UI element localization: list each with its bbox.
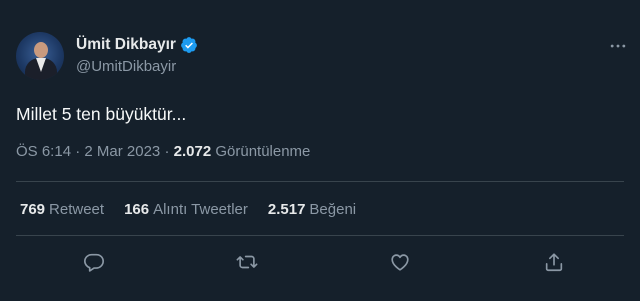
tweet-stats: 769 Retweet 166 Alıntı Tweetler 2.517 Beğen… — [20, 200, 376, 220]
likes-label: Beğeni — [309, 201, 357, 218]
tweet-header: Ümit Dikbayır @UmitDikbayir — [16, 32, 198, 80]
quotes-count: 166 — [124, 201, 150, 218]
meta-separator: · — [160, 143, 174, 160]
display-name-row: Ümit Dikbayır — [76, 35, 198, 55]
quotes-label: Alıntı Tweetler — [153, 201, 248, 218]
author-names: Ümit Dikbayır @UmitDikbayir — [76, 35, 198, 77]
views-label: Görüntülenme — [215, 143, 311, 160]
tweet-card: Ümit Dikbayır @UmitDikbayir Millet 5 ten… — [0, 0, 640, 301]
tweet-date[interactable]: 2 Mar 2023 — [84, 143, 160, 160]
verified-badge-icon — [180, 36, 198, 54]
tweet-actions — [0, 250, 640, 274]
retweets-stat[interactable]: 769 Retweet — [20, 200, 104, 220]
quotes-stat[interactable]: 166 Alıntı Tweetler — [124, 200, 248, 220]
retweets-count: 769 — [20, 201, 46, 218]
display-name[interactable]: Ümit Dikbayır — [76, 35, 176, 55]
tweet-meta: ÖS 6:14 · 2 Mar 2023 · 2.072 Görüntülenm… — [16, 142, 310, 162]
views-count: 2.072 — [173, 143, 212, 160]
divider — [16, 235, 624, 236]
tweet-time[interactable]: ÖS 6:14 — [16, 143, 71, 160]
avatar-head — [34, 42, 48, 58]
share-icon[interactable] — [542, 250, 566, 274]
retweet-icon[interactable] — [235, 250, 259, 274]
likes-stat[interactable]: 2.517 Beğeni — [268, 200, 356, 220]
more-icon[interactable] — [608, 36, 628, 56]
reply-icon[interactable] — [82, 250, 106, 274]
divider — [16, 181, 624, 182]
avatar[interactable] — [16, 32, 64, 80]
tweet-text: Millet 5 ten büyüktür... — [16, 104, 187, 124]
author-handle[interactable]: @UmitDikbayir — [76, 57, 198, 77]
likes-count: 2.517 — [267, 201, 306, 218]
meta-separator: · — [71, 143, 85, 160]
like-icon[interactable] — [388, 250, 412, 274]
retweets-label: Retweet — [49, 201, 105, 218]
